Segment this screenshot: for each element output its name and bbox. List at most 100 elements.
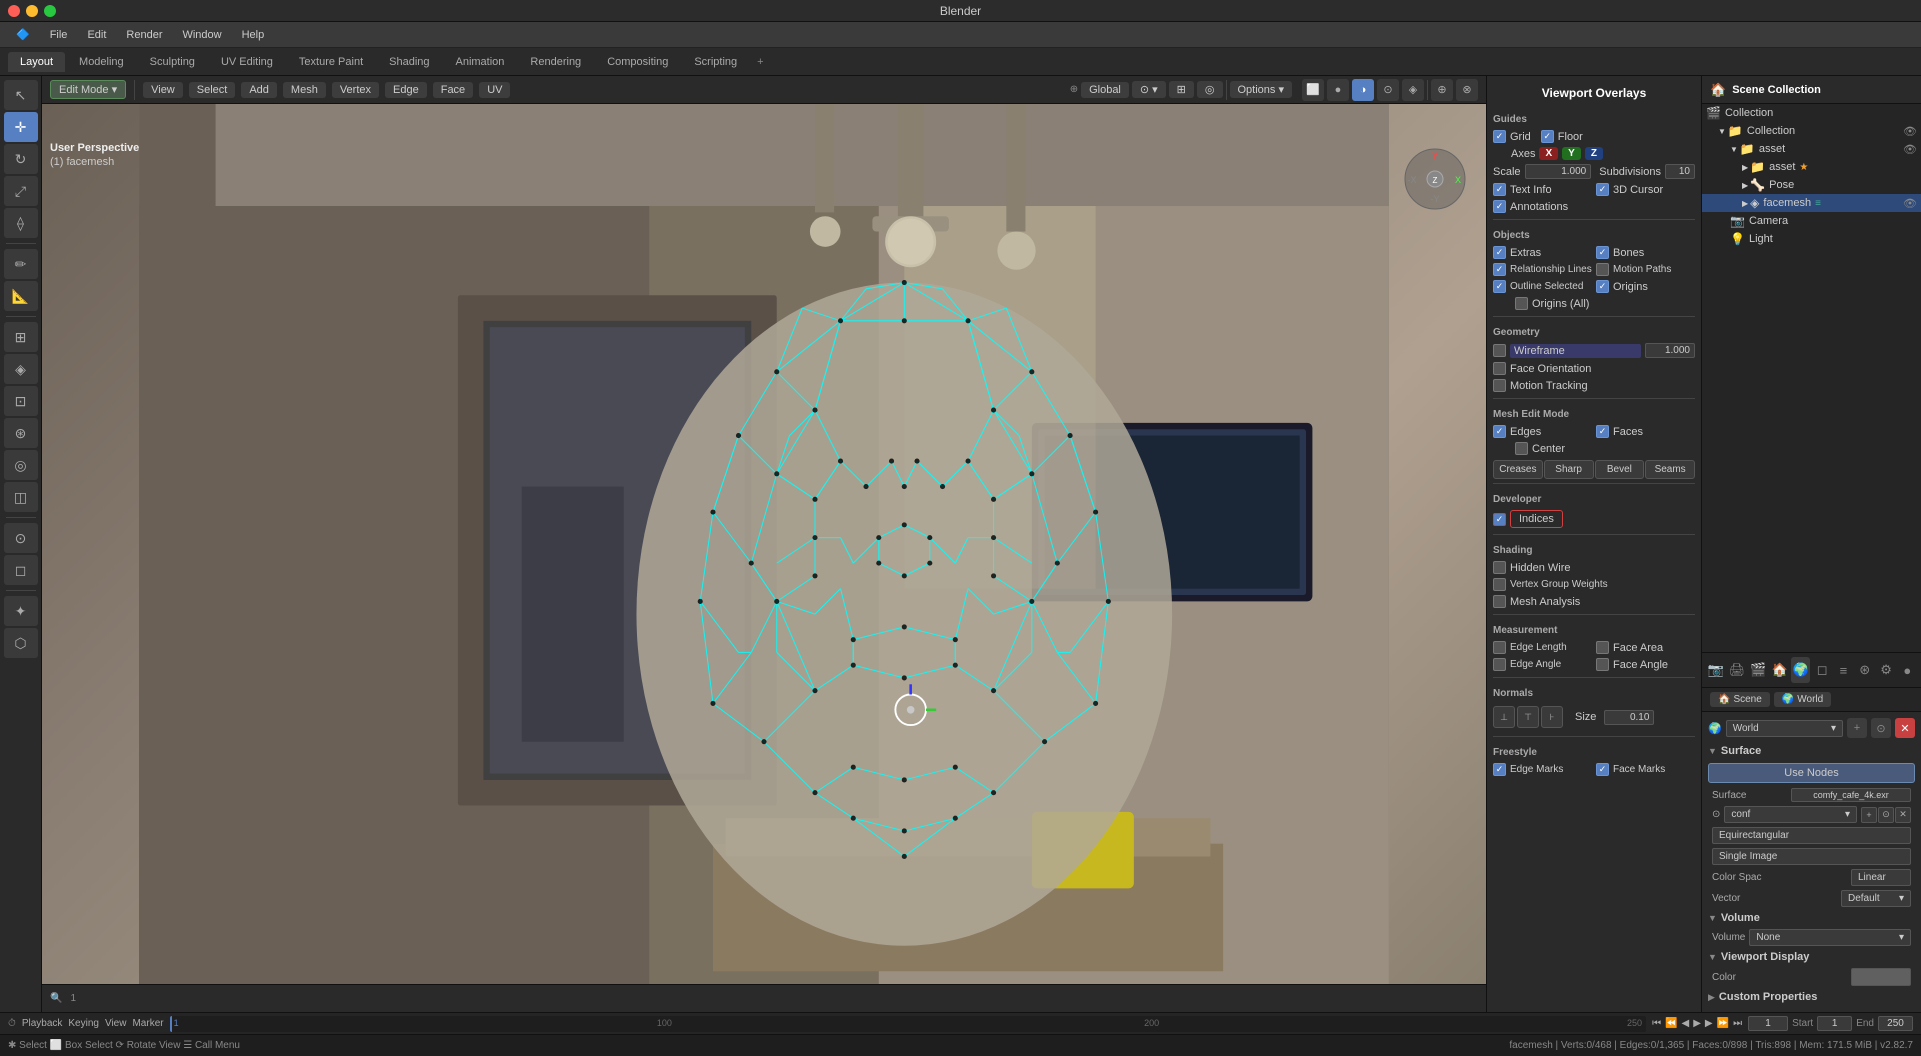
mode-selector[interactable]: Edit Mode ▾: [50, 80, 126, 99]
overlay-btn[interactable]: ⊕: [1431, 79, 1453, 101]
origins-all-checkbox[interactable]: [1515, 297, 1528, 310]
start-frame-input[interactable]: [1817, 1016, 1852, 1031]
maximize-button[interactable]: [44, 5, 56, 17]
add-menu[interactable]: Add: [241, 82, 277, 98]
annotate-tool[interactable]: ✏: [4, 249, 38, 279]
move-tool[interactable]: ✛: [4, 112, 38, 142]
light-item[interactable]: 💡 Light: [1702, 230, 1921, 248]
center-checkbox[interactable]: [1515, 442, 1528, 455]
world-sub-new[interactable]: +: [1861, 807, 1877, 823]
facemesh-visibility[interactable]: 👁: [1903, 197, 1917, 210]
tab-rendering[interactable]: Rendering: [518, 52, 593, 72]
camera-item[interactable]: 📷 Camera: [1702, 212, 1921, 230]
world-delete-btn[interactable]: ✕: [1895, 718, 1915, 738]
edge-length-checkbox[interactable]: [1493, 641, 1506, 654]
face-angle-checkbox[interactable]: [1596, 658, 1609, 671]
smooth-tool[interactable]: ◎: [4, 450, 38, 480]
wireframe-value[interactable]: [1645, 343, 1695, 358]
axis-z-btn[interactable]: Z: [1585, 147, 1603, 160]
add-workspace-tab[interactable]: +: [751, 54, 769, 70]
surface-section-header[interactable]: ▼ Surface: [1708, 742, 1915, 760]
subdivisions-input[interactable]: [1665, 164, 1695, 179]
playback-label[interactable]: Playback: [22, 1018, 63, 1029]
props-output-icon[interactable]: 🖨: [1727, 657, 1746, 683]
tab-layout[interactable]: Layout: [8, 52, 65, 72]
pose-item[interactable]: ▶ 🦴 Pose: [1702, 176, 1921, 194]
props-world-icon[interactable]: 🌍: [1791, 657, 1810, 683]
shading-material[interactable]: ◑: [1352, 79, 1374, 101]
normal-face-corner-btn[interactable]: ⊤: [1517, 706, 1539, 728]
wireframe-checkbox[interactable]: [1493, 344, 1506, 357]
jump-to-start-btn[interactable]: ⏮: [1652, 1018, 1661, 1029]
3d-cursor-checkbox[interactable]: [1596, 183, 1609, 196]
timeline-scrubber[interactable]: 1 100 200 250: [170, 1016, 1646, 1032]
vertex-group-weights-checkbox[interactable]: [1493, 578, 1506, 591]
collection-visibility[interactable]: 👁: [1903, 125, 1917, 138]
props-scene-icon[interactable]: 🏠: [1770, 657, 1789, 683]
menu-file[interactable]: File: [42, 27, 76, 43]
props-physics-icon[interactable]: ⚙: [1876, 657, 1895, 683]
faces-checkbox[interactable]: [1596, 425, 1609, 438]
world-name-field[interactable]: World ▾: [1726, 720, 1843, 737]
shear-tool[interactable]: ⊙: [4, 523, 38, 553]
tab-sculpting[interactable]: Sculpting: [138, 52, 207, 72]
tab-scripting[interactable]: Scripting: [682, 52, 749, 72]
asset-sub-item[interactable]: ▶ 📁 asset ★: [1702, 158, 1921, 176]
tab-uv-editing[interactable]: UV Editing: [209, 52, 285, 72]
shading-eevee[interactable]: ◈: [1402, 79, 1424, 101]
asset-visibility[interactable]: 👁: [1903, 143, 1917, 156]
vertex-menu[interactable]: Vertex: [332, 82, 379, 98]
face-area-checkbox[interactable]: [1596, 641, 1609, 654]
color-swatch[interactable]: [1851, 968, 1911, 986]
annotations-checkbox[interactable]: [1493, 200, 1506, 213]
close-button[interactable]: [8, 5, 20, 17]
uv-menu[interactable]: UV: [479, 82, 510, 98]
indices-btn[interactable]: Indices: [1510, 510, 1563, 528]
view-menu[interactable]: View: [143, 82, 183, 98]
axis-y-btn[interactable]: Y: [1562, 147, 1581, 160]
single-image-field[interactable]: Single Image: [1712, 848, 1911, 865]
loop-cut-tool[interactable]: ⊞: [4, 322, 38, 352]
face-menu[interactable]: Face: [433, 82, 473, 98]
poly-build-tool[interactable]: ⊡: [4, 386, 38, 416]
normal-face-btn[interactable]: ⊦: [1541, 706, 1563, 728]
next-frame-btn[interactable]: ⏩: [1717, 1018, 1729, 1029]
world-selector[interactable]: 🌍 World: [1774, 692, 1831, 707]
volume-value[interactable]: None ▾: [1749, 929, 1911, 946]
origins-checkbox[interactable]: [1596, 280, 1609, 293]
options-btn[interactable]: Options ▾: [1230, 81, 1293, 98]
tab-compositing[interactable]: Compositing: [595, 52, 680, 72]
measure-tool[interactable]: 📐: [4, 281, 38, 311]
world-new-btn[interactable]: +: [1847, 718, 1867, 738]
equirectangular-field[interactable]: Equirectangular: [1712, 827, 1911, 844]
props-render-icon[interactable]: 📷: [1706, 657, 1725, 683]
marker-label[interactable]: Marker: [132, 1018, 163, 1029]
next-keyframe-btn[interactable]: ▶: [1705, 1018, 1713, 1029]
menu-edit[interactable]: Edit: [79, 27, 114, 43]
surface-value[interactable]: comfy_cafe_4k.exr: [1791, 788, 1911, 802]
scene-root-item[interactable]: 🎬 Collection: [1702, 104, 1921, 122]
hidden-wire-checkbox[interactable]: [1493, 561, 1506, 574]
facemesh-item[interactable]: ▶ ◈ facemesh ≡ 👁: [1702, 194, 1921, 212]
extras-checkbox[interactable]: [1493, 246, 1506, 259]
outline-selected-checkbox[interactable]: [1493, 280, 1506, 293]
edge-menu[interactable]: Edge: [385, 82, 427, 98]
prev-keyframe-btn[interactable]: ◀: [1682, 1018, 1690, 1029]
mesh-analysis-checkbox[interactable]: [1493, 595, 1506, 608]
mesh-menu[interactable]: Mesh: [283, 82, 326, 98]
view-label[interactable]: View: [105, 1018, 127, 1029]
xray-toggle[interactable]: ⬜: [1302, 79, 1324, 101]
current-frame-input[interactable]: [1748, 1016, 1788, 1031]
world-browse-btn[interactable]: ⊙: [1871, 718, 1891, 738]
vector-value[interactable]: Default ▾: [1841, 890, 1911, 907]
knife-tool[interactable]: ✦: [4, 596, 38, 626]
gizmo-btn[interactable]: ⊗: [1456, 79, 1478, 101]
rip-tool[interactable]: ◻: [4, 555, 38, 585]
edges-checkbox[interactable]: [1493, 425, 1506, 438]
collection-item[interactable]: ▼ 📁 Collection 👁: [1702, 122, 1921, 140]
tab-texture-paint[interactable]: Texture Paint: [287, 52, 375, 72]
minimize-button[interactable]: [26, 5, 38, 17]
rotate-tool[interactable]: ↻: [4, 144, 38, 174]
prev-frame-btn[interactable]: ⏪: [1665, 1018, 1677, 1029]
normals-size-input[interactable]: [1604, 710, 1654, 725]
